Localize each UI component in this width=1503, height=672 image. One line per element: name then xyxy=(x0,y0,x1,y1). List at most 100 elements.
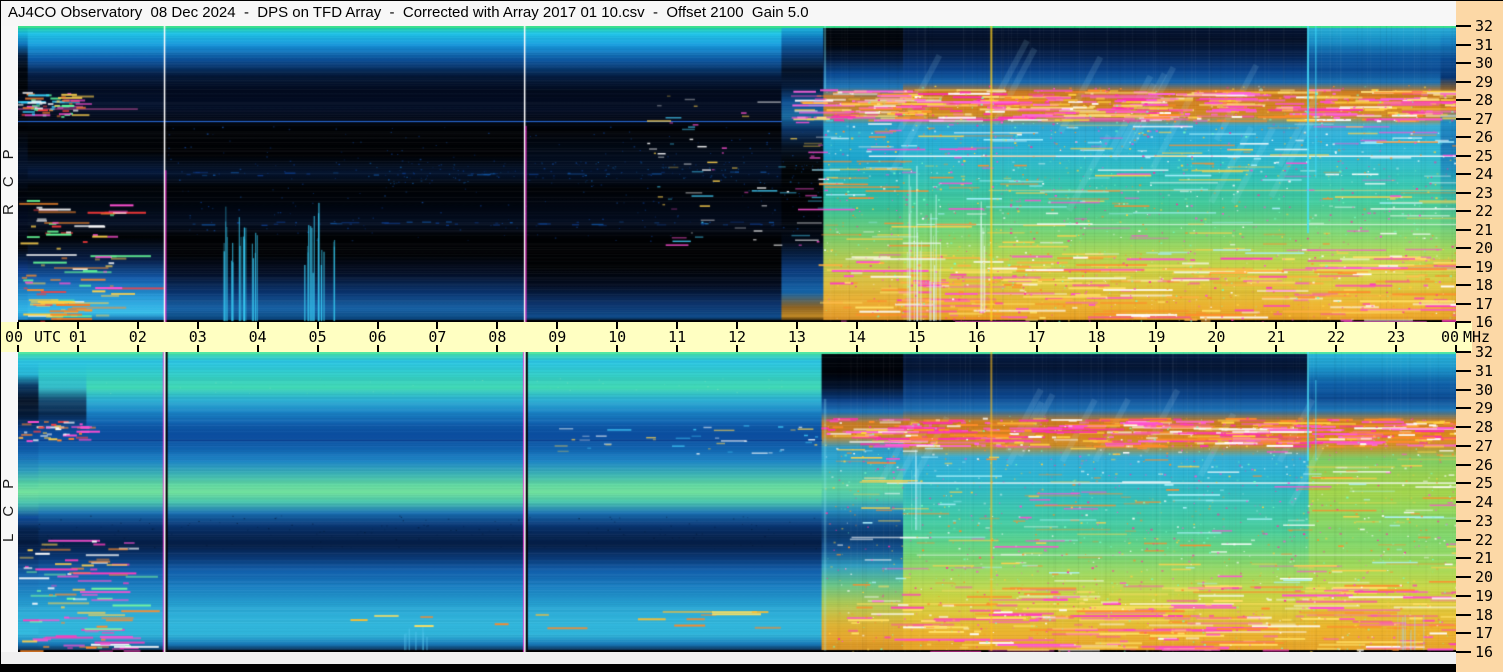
frequency-tick xyxy=(1456,557,1471,560)
frequency-label: 20 xyxy=(1475,568,1494,586)
hour-tick xyxy=(616,345,619,352)
hour-label: 01 xyxy=(68,328,87,346)
hour-tick xyxy=(1395,345,1398,352)
frequency-tick xyxy=(1456,228,1471,231)
frequency-label: 28 xyxy=(1475,418,1494,436)
hour-label: 21 xyxy=(1267,328,1286,346)
frequency-label: 30 xyxy=(1475,380,1494,399)
hour-tick xyxy=(1335,345,1338,352)
hour-tick xyxy=(1275,345,1278,352)
footer-white-strip xyxy=(0,652,1456,664)
hour-label: 04 xyxy=(248,328,267,346)
frequency-tick xyxy=(1456,80,1471,83)
frequency-label: 16 xyxy=(1475,643,1494,661)
frequency-tick xyxy=(1456,444,1471,447)
hour-tick xyxy=(795,345,798,352)
frequency-tick xyxy=(1456,369,1471,372)
hour-label: 22 xyxy=(1327,328,1346,346)
frequency-tick xyxy=(1456,351,1471,353)
frequency-tick xyxy=(1456,136,1471,138)
hour-tick xyxy=(496,345,499,352)
hour-label: 11 xyxy=(668,328,687,346)
hour-tick xyxy=(855,345,858,352)
frequency-label: 17 xyxy=(1475,294,1494,313)
frequency-label: 22 xyxy=(1475,202,1494,220)
hour-label: 10 xyxy=(608,328,627,346)
hour-tick xyxy=(1155,345,1158,352)
frequency-tick xyxy=(1456,407,1471,410)
frequency-label: 24 xyxy=(1475,493,1494,511)
hour-label: 20 xyxy=(1207,328,1226,346)
frequency-tick xyxy=(1456,321,1471,323)
hour-label: 07 xyxy=(428,328,447,346)
frequency-tick xyxy=(1456,117,1471,120)
frequency-label: 19 xyxy=(1475,257,1494,276)
hour-label-last: 00 xyxy=(1440,328,1460,346)
hour-tick xyxy=(975,345,978,352)
frequency-tick xyxy=(1456,463,1471,466)
frequency-tick xyxy=(1456,501,1471,503)
frequency-tick xyxy=(1456,302,1471,305)
frequency-label: 20 xyxy=(1475,239,1494,257)
hour-label: 09 xyxy=(548,328,567,346)
frequency-label: 32 xyxy=(1475,17,1494,35)
frequency-label: 21 xyxy=(1475,549,1494,568)
frequency-tick xyxy=(1456,426,1471,428)
frequency-label: 24 xyxy=(1475,165,1494,183)
hour-label: 06 xyxy=(368,328,387,346)
frequency-label: 22 xyxy=(1475,530,1494,549)
time-unit-label: UTC xyxy=(34,328,62,346)
hour-label: 08 xyxy=(488,328,507,346)
hour-tick xyxy=(1095,345,1098,352)
frequency-label: 21 xyxy=(1475,220,1494,239)
hour-tick xyxy=(17,322,19,329)
hour-label: 05 xyxy=(308,328,327,346)
hour-label: 18 xyxy=(1087,328,1106,346)
hour-label: 13 xyxy=(787,328,806,346)
hour-label: 12 xyxy=(727,328,747,346)
hour-label: 23 xyxy=(1387,328,1406,346)
frequency-label: 18 xyxy=(1475,276,1494,294)
hour-tick xyxy=(1455,322,1457,329)
frequency-tick xyxy=(1456,154,1471,157)
frequency-label: 32 xyxy=(1475,343,1494,361)
frequency-tick xyxy=(1456,62,1471,64)
frequency-tick xyxy=(1456,613,1471,616)
frequency-label: 16 xyxy=(1475,313,1494,331)
hour-tick xyxy=(915,345,918,352)
hour-label: 15 xyxy=(907,328,926,346)
hour-tick xyxy=(436,345,439,352)
frequency-tick xyxy=(1456,210,1471,212)
frequency-tick xyxy=(1456,594,1471,597)
frequency-label: 31 xyxy=(1475,361,1494,380)
frequency-label: 28 xyxy=(1475,91,1494,109)
frequency-label: 27 xyxy=(1475,109,1494,128)
hour-label: 02 xyxy=(128,328,147,346)
hour-tick xyxy=(76,345,79,352)
spectrogram-panel-rcp xyxy=(18,26,1456,322)
hour-tick xyxy=(1035,345,1038,352)
frequency-tick xyxy=(1456,651,1471,653)
hour-tick xyxy=(196,345,199,352)
frequency-label: 25 xyxy=(1475,146,1494,165)
hour-label: 16 xyxy=(967,328,986,346)
frequency-label: 19 xyxy=(1475,586,1494,605)
spectrogram-page: AJ4CO Observatory 08 Dec 2024 - DPS on T… xyxy=(0,0,1503,672)
frequency-tick xyxy=(1456,482,1471,485)
frequency-tick xyxy=(1456,284,1471,286)
title-bar: AJ4CO Observatory 08 Dec 2024 - DPS on T… xyxy=(0,0,1456,26)
hour-label: 03 xyxy=(188,328,207,346)
frequency-tick xyxy=(1456,173,1471,175)
hour-tick xyxy=(136,345,139,352)
frequency-label: 29 xyxy=(1475,399,1494,418)
frequency-tick xyxy=(1456,576,1471,578)
frequency-label: 26 xyxy=(1475,455,1494,474)
hour-tick xyxy=(676,345,679,352)
frequency-tick xyxy=(1456,43,1471,46)
frequency-label: 23 xyxy=(1475,511,1494,530)
frequency-label: 17 xyxy=(1475,624,1494,643)
hour-tick xyxy=(316,345,319,352)
frequency-tick xyxy=(1456,191,1471,194)
hour-label: 17 xyxy=(1027,328,1046,346)
frequency-label: 25 xyxy=(1475,474,1494,493)
